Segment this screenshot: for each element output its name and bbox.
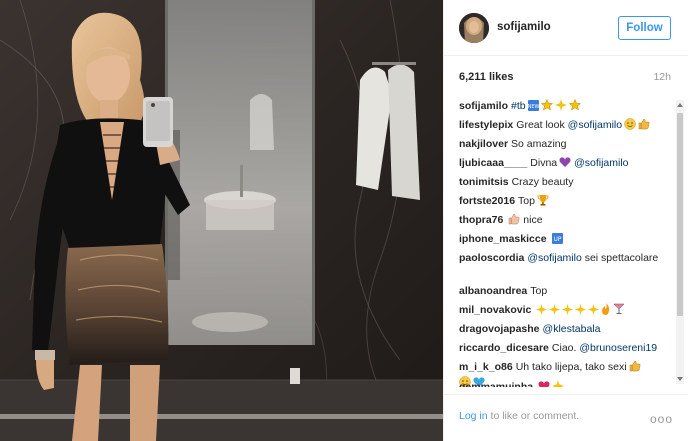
- purple-heart-icon: [559, 156, 571, 172]
- comment-item: dragovojapashe @klestabala: [459, 322, 669, 336]
- comment-text: Top: [518, 195, 535, 207]
- comment-username[interactable]: lifestylepix: [459, 119, 513, 131]
- mention-link[interactable]: @sofijamilo: [568, 119, 622, 131]
- star-icon: [540, 98, 553, 115]
- up-icon: UP: [551, 233, 563, 248]
- mention-link[interactable]: @brunosereni19: [579, 342, 657, 354]
- more-options-icon[interactable]: ooo: [650, 412, 673, 426]
- likes-count[interactable]: 6,211 likes: [459, 71, 513, 83]
- scroll-down-arrow-icon[interactable]: [677, 377, 683, 381]
- follow-button[interactable]: Follow: [618, 16, 671, 40]
- comment-username[interactable]: sofijamilo: [459, 100, 508, 112]
- comment-username[interactable]: tonimitsis: [459, 176, 509, 188]
- star-icon: [568, 98, 581, 115]
- post-author-username[interactable]: sofijamilo: [497, 21, 551, 33]
- scroll-up-arrow-icon[interactable]: [677, 103, 683, 107]
- comment-item: ljubicaaa____ Divna @sofijamilo: [459, 156, 669, 172]
- post-side-panel: sofijamilo Follow 6,211 likes 12h sofija…: [443, 0, 688, 441]
- hashtag[interactable]: #tb: [511, 100, 526, 112]
- svg-text:UP: UP: [553, 236, 561, 243]
- comment-text: Uh tako lijepa, tako sexi: [515, 361, 627, 373]
- svg-text:NEW: NEW: [528, 104, 539, 110]
- comment-text: Great look: [516, 119, 565, 131]
- mention-link[interactable]: @klestabala: [543, 323, 601, 335]
- sparkle-icon: [575, 304, 587, 319]
- comment-username[interactable]: dragovojapashe: [459, 323, 540, 335]
- comment-item: gemmamuinha: [459, 380, 669, 387]
- comment-item: paoloscordia @sofijamilo sei spettacolare: [459, 251, 669, 265]
- comment-text: sei spettacolare: [584, 252, 659, 264]
- comment-item: iphone_maskicce UP: [459, 232, 669, 248]
- comment-item: albanoandrea Top: [459, 284, 669, 298]
- avatar[interactable]: [459, 13, 489, 43]
- photo-canvas: [0, 0, 443, 441]
- login-prompt-suffix: to like or comment.: [490, 410, 580, 422]
- sparkle-icon: [554, 99, 567, 115]
- comment-username[interactable]: riccardo_dicesare: [459, 342, 549, 354]
- smile-icon: [624, 118, 636, 134]
- login-prompt: Log in to like or comment.: [459, 410, 579, 422]
- comment-item: fortste2016 Top: [459, 194, 669, 210]
- sparkle-icon: [588, 304, 600, 319]
- comment-item: thopra76 nice: [459, 213, 669, 229]
- sparkle-icon: [562, 304, 574, 319]
- comment-username[interactable]: m_i_k_o86: [459, 361, 513, 373]
- comment-username[interactable]: iphone_maskicce: [459, 233, 547, 245]
- comment-text: Top: [530, 285, 548, 297]
- scrollbar-thumb[interactable]: [677, 113, 683, 316]
- thumbs-up-icon: [508, 213, 520, 229]
- fire-icon: [601, 303, 611, 319]
- thumbs-up-icon: [629, 360, 641, 376]
- sparkle-icon: [552, 380, 565, 387]
- login-link[interactable]: Log in: [459, 410, 488, 422]
- post-photo[interactable]: [0, 0, 443, 441]
- avatar-image: [459, 13, 489, 43]
- comment-item: tonimitsis Crazy beauty: [459, 175, 669, 189]
- comment-username[interactable]: paoloscordia: [459, 252, 524, 264]
- cocktail-icon: [613, 303, 625, 319]
- comment-item: nakjilover So amazing: [459, 137, 669, 151]
- new-icon: NEW: [527, 100, 539, 115]
- comment-username[interactable]: gemmamuinha: [459, 381, 533, 387]
- comment-username[interactable]: albanoandrea: [459, 285, 527, 297]
- comment-text: Crazy beauty: [511, 176, 574, 188]
- comment-item: sofijamilo #tb NEW: [459, 98, 669, 115]
- comment-text: nice: [523, 214, 543, 226]
- comment-item: lifestylepix Great look @sofijamilo: [459, 118, 669, 134]
- comment-text: So amazing: [511, 138, 567, 150]
- post-header: sofijamilo Follow: [444, 0, 688, 56]
- mention-link[interactable]: @sofijamilo: [527, 252, 581, 264]
- post-stats: 6,211 likes 12h: [444, 56, 688, 93]
- mention-link[interactable]: @sofijamilo: [574, 157, 628, 169]
- comment-username[interactable]: thopra76: [459, 214, 503, 226]
- comment-item: riccardo_dicesare Ciao. @brunosereni19: [459, 341, 669, 355]
- thumbs-up-icon: [638, 118, 650, 134]
- comment-username[interactable]: ljubicaaa____: [459, 157, 527, 169]
- heart-icon: [538, 380, 550, 387]
- comment-username[interactable]: fortste2016: [459, 195, 515, 207]
- comments-scrollbar[interactable]: [676, 100, 684, 384]
- post-footer: Log in to like or comment. ooo: [444, 394, 688, 441]
- post-timestamp[interactable]: 12h: [653, 71, 671, 83]
- comment-text: Divna: [530, 157, 558, 169]
- sparkle-icon: [549, 304, 561, 319]
- sparkle-icon: [536, 304, 548, 319]
- comment-text: Ciao.: [551, 342, 577, 354]
- comments-list: sofijamilo #tb NEW lifestylepix Great look …: [444, 93, 688, 387]
- trophy-icon: [537, 194, 549, 210]
- comment-item: mil_novakovic: [459, 303, 669, 319]
- comment-username[interactable]: nakjilover: [459, 138, 508, 150]
- comment-username[interactable]: mil_novakovic: [459, 304, 531, 316]
